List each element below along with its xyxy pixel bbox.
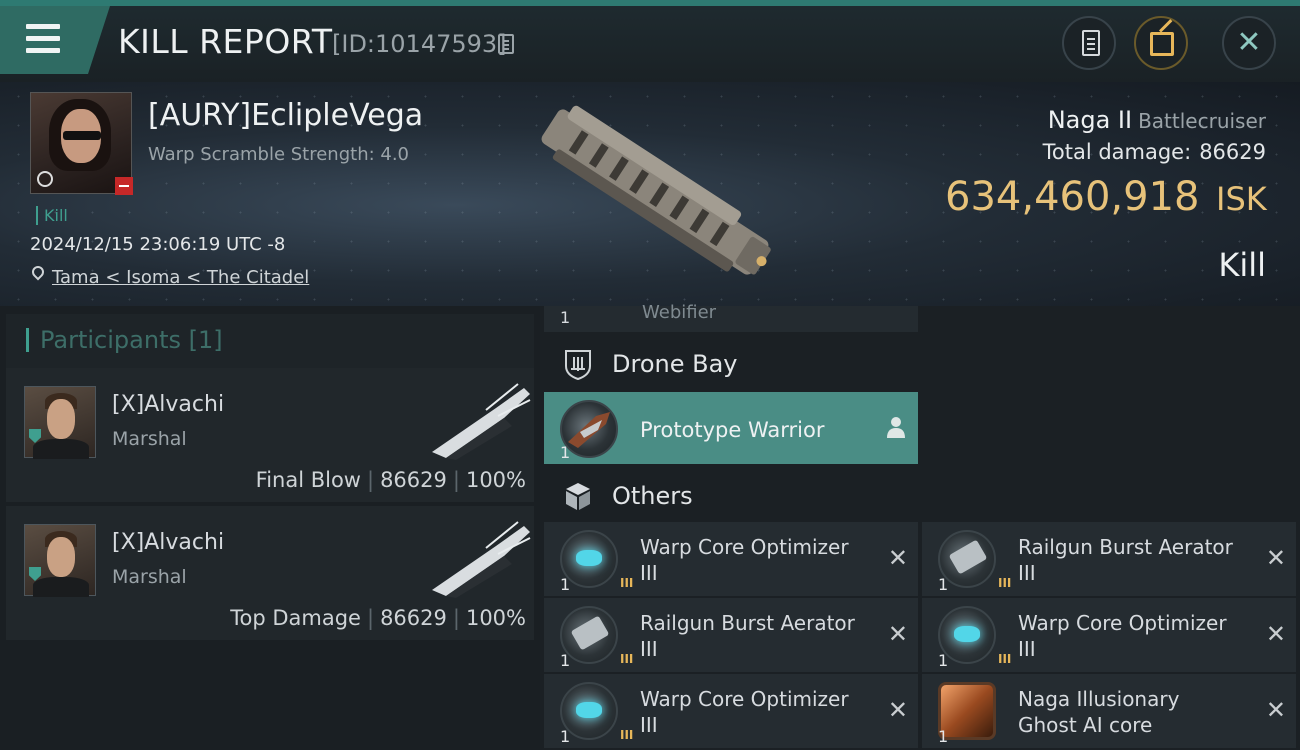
ship-image: [541, 105, 771, 275]
fitting-panel: 1 Webifier Drone Bay 1 Prototype Warrior: [540, 302, 1300, 750]
module-name: Naga Illusionary Ghost AI core: [1018, 687, 1180, 737]
participant-label: Final Blow: [255, 468, 361, 492]
item-quantity: 1: [938, 651, 949, 670]
module-name: Warp Core Optimizer III: [640, 535, 849, 585]
participant-label: Top Damage: [230, 606, 361, 630]
module-row[interactable]: III 1 Warp Core Optimizer III ✕: [544, 522, 918, 596]
participant-percent: 100%: [465, 606, 526, 630]
destroyed-x-icon: ✕: [887, 544, 908, 572]
participant-row[interactable]: [X]Alvachi Marshal Final Blow | 86629 | 100%: [6, 368, 534, 502]
ship-model: Naga II: [1047, 106, 1133, 134]
destroyed-x-icon: ✕: [1265, 544, 1286, 572]
participant-stats: Final Blow | 86629 | 100%: [255, 468, 526, 492]
module-name: Warp Core Optimizer III: [640, 687, 849, 737]
others-title: Others: [612, 482, 693, 510]
warp-scramble-strength: Warp Scramble Strength: 4.0: [148, 144, 410, 165]
participant-row[interactable]: [X]Alvachi Marshal Top Damage | 86629 | 100%: [6, 506, 534, 640]
cube-icon: [566, 483, 590, 510]
participant-percent: 100%: [465, 468, 526, 492]
drone-item-row[interactable]: 1 Prototype Warrior: [544, 392, 918, 464]
item-quantity: 1: [938, 575, 949, 594]
participant-avatar[interactable]: [24, 386, 96, 459]
participant-role: Marshal: [112, 566, 187, 588]
drone-name: Prototype Warrior: [640, 418, 825, 442]
corp-badge-icon: [37, 171, 53, 187]
participant-ship-image: [432, 521, 531, 598]
participants-header: Participants [1]: [6, 314, 534, 368]
module-name: Railgun Burst Aerator III: [640, 611, 855, 661]
victim-name[interactable]: [AURY]EclipleVega: [148, 98, 423, 133]
top-accent-line: [0, 0, 1300, 6]
module-row[interactable]: III 1 Railgun Burst Aerator III ✕: [544, 598, 918, 672]
top-bar: KILL REPORT [ID:10147593] ✕: [0, 0, 1300, 82]
participant-stats: Top Damage | 86629 | 100%: [230, 606, 526, 630]
share-icon: [1150, 32, 1174, 56]
total-damage: Total damage: 86629: [1043, 140, 1266, 164]
person-icon[interactable]: [886, 416, 906, 438]
total-damage-value: 86629: [1199, 140, 1266, 164]
kill-tag: Kill: [36, 206, 68, 225]
hostile-status-icon: [115, 177, 133, 195]
destroyed-x-icon: ✕: [887, 620, 908, 648]
participant-ship-image: [432, 383, 531, 460]
module-row[interactable]: III 1 Warp Core Optimizer III ✕: [544, 674, 918, 748]
menu-button[interactable]: [0, 6, 110, 74]
module-name: Warp Core Optimizer III: [1018, 611, 1227, 661]
copy-icon[interactable]: [498, 34, 514, 54]
kill-result: Kill: [1218, 246, 1266, 284]
victim-avatar[interactable]: [30, 92, 133, 195]
total-damage-label: Total damage:: [1042, 140, 1192, 164]
participant-name: [X]Alvachi: [112, 530, 225, 555]
item-name: Webifier: [642, 302, 717, 323]
module-row[interactable]: III 1 Railgun Burst Aerator III ✕: [922, 522, 1296, 596]
isk-value: 634,460,918: [945, 174, 1200, 220]
destroyed-x-icon: ✕: [1265, 696, 1286, 724]
kill-timestamp: 2024/12/15 23:06:19 UTC -8: [30, 234, 286, 255]
drone-bay-title: Drone Bay: [612, 350, 738, 378]
item-quantity: 1: [560, 443, 571, 462]
participant-role: Marshal: [112, 428, 187, 450]
participant-damage: 86629: [380, 468, 447, 492]
report-id: [ID:10147593]: [332, 30, 507, 58]
participant-avatar[interactable]: [24, 524, 96, 597]
participant-name: [X]Alvachi: [112, 392, 225, 417]
participant-damage: 86629: [380, 606, 447, 630]
close-icon: ✕: [1236, 25, 1262, 60]
isk-unit: ISK: [1216, 180, 1267, 218]
module-row[interactable]: III 1 Warp Core Optimizer III ✕: [922, 598, 1296, 672]
participants-panel: Participants [1] [X]Alvachi Marshal Fina…: [0, 306, 540, 750]
destroyed-x-icon: ✕: [1265, 620, 1286, 648]
location-link[interactable]: Tama < Isoma < The Citadel: [52, 267, 309, 288]
destroyed-x-icon: ✕: [887, 696, 908, 724]
hamburger-icon: [26, 24, 60, 54]
clipboard-button[interactable]: [1062, 16, 1116, 70]
drone-bay-icon: [565, 350, 591, 380]
item-quantity: 1: [560, 651, 571, 670]
page-title: KILL REPORT: [118, 22, 333, 61]
ship-name[interactable]: Naga II Battlecruiser: [1048, 106, 1266, 134]
item-quantity: 1: [560, 727, 571, 746]
close-button[interactable]: ✕: [1222, 16, 1276, 70]
participants-title: Participants [1]: [40, 326, 223, 354]
module-row-webifier[interactable]: 1 Webifier: [544, 302, 918, 332]
module-name: Railgun Burst Aerator III: [1018, 535, 1233, 585]
item-quantity: 1: [560, 575, 571, 594]
drone-bay-header: Drone Bay: [544, 340, 924, 390]
share-button[interactable]: [1134, 16, 1188, 70]
ship-class: Battlecruiser: [1138, 109, 1266, 133]
kill-summary: [AURY]EclipleVega Warp Scramble Strength…: [0, 82, 1300, 306]
item-quantity: 1: [938, 727, 949, 746]
item-quantity: 1: [560, 308, 571, 327]
module-row[interactable]: 1 Naga Illusionary Ghost AI core ✕: [922, 674, 1296, 748]
clipboard-icon: [1082, 30, 1100, 56]
others-header: Others: [544, 472, 924, 522]
